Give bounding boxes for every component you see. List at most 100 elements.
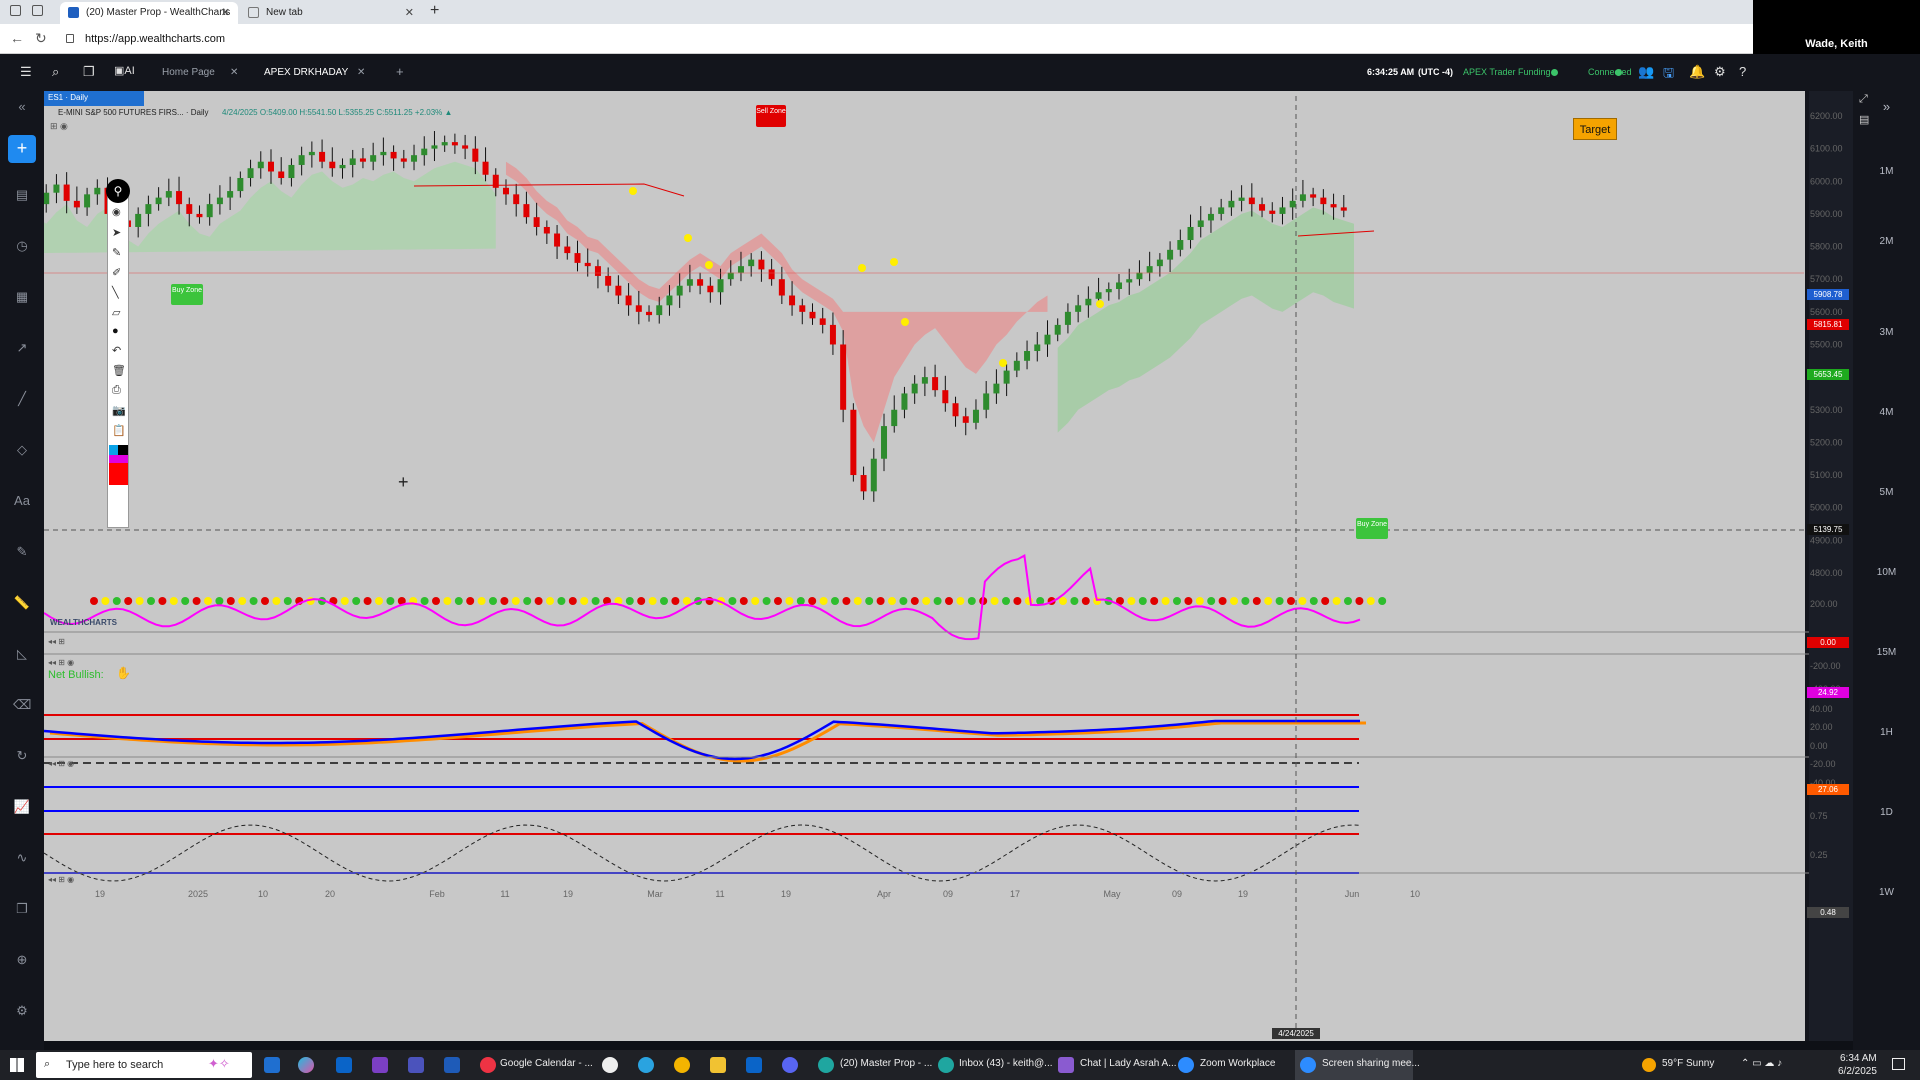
indicator-icon[interactable]: ∿ — [13, 850, 31, 868]
tab-home-page[interactable]: Home Page — [162, 67, 215, 78]
close-tab-icon[interactable]: ✕ — [230, 67, 238, 78]
windows-start-icon[interactable] — [10, 1058, 24, 1072]
weather-text[interactable]: 59°F Sunny — [1662, 1058, 1714, 1069]
line-chart-icon[interactable]: 📈 — [13, 799, 31, 817]
pane-controls[interactable]: ◂◂ ⊞ ◉ — [48, 759, 74, 768]
timeframe-1h[interactable]: 1H — [1853, 727, 1920, 738]
trash-icon[interactable]: 🗑 — [112, 364, 126, 377]
new-tab-button[interactable]: + — [430, 2, 439, 20]
line-tool-icon[interactable]: ╱ — [13, 391, 31, 409]
workspaces-icon[interactable] — [10, 5, 21, 16]
back-icon[interactable]: ← — [10, 30, 24, 46]
timeframe-15m[interactable]: 15M — [1853, 647, 1920, 658]
browser-tab-wealthcharts[interactable]: (20) Master Prop - WealthCharts ✕ — [60, 2, 238, 24]
gear-icon[interactable]: ⚙ — [1714, 64, 1726, 80]
line-icon[interactable]: ╲ — [112, 286, 119, 299]
taskbar-app-inbox[interactable]: Inbox (43) - keith@... — [959, 1058, 1053, 1069]
layers-icon[interactable]: ❐ — [83, 64, 95, 80]
shapes-icon[interactable]: ◇ — [13, 442, 31, 460]
teams-icon[interactable] — [408, 1057, 424, 1073]
settings-icon[interactable]: ⚙ — [13, 1003, 31, 1021]
url-field[interactable]: https://app.wealthcharts.com — [85, 33, 225, 45]
highlighter-icon[interactable]: ✐ — [112, 266, 121, 279]
telegram-icon[interactable] — [638, 1057, 654, 1073]
timeframe-3m[interactable]: 3M — [1853, 327, 1920, 338]
collapse-left-icon[interactable]: « — [13, 99, 31, 117]
visual-studio-icon[interactable] — [372, 1057, 388, 1073]
chat-app-icon[interactable] — [1058, 1057, 1074, 1073]
brush-icon[interactable]: ✎ — [13, 544, 31, 562]
pane-controls[interactable]: ⊞ ◉ — [50, 121, 68, 132]
chrome-icon[interactable] — [674, 1057, 690, 1073]
taskbar-app-master-prop[interactable]: (20) Master Prop - ... — [840, 1058, 932, 1069]
taskbar-app-zoom-workplace[interactable]: Zoom Workplace — [1200, 1058, 1275, 1069]
timeframe-2m[interactable]: 2M — [1853, 236, 1920, 247]
discord-icon[interactable] — [782, 1057, 798, 1073]
dot-icon[interactable]: ● — [112, 325, 119, 337]
zoom-icon[interactable] — [1178, 1057, 1194, 1073]
tray-icons[interactable]: ⌃ ▭ ☁ ♪ — [1741, 1058, 1782, 1069]
outlook-icon[interactable] — [746, 1057, 762, 1073]
search-icon[interactable]: ⌕ — [52, 64, 59, 80]
camera-icon[interactable]: 📷 — [112, 404, 126, 417]
eye-icon[interactable]: ◉ — [112, 207, 121, 218]
edge-icon[interactable] — [938, 1057, 954, 1073]
chart-icon[interactable]: ▤ — [13, 187, 31, 205]
ruler-icon[interactable]: 📏 — [13, 595, 31, 613]
color-swatch-blue[interactable] — [109, 445, 118, 455]
pane-controls[interactable]: ◂◂ ⊞ — [48, 637, 65, 646]
zoom-icon[interactable] — [1300, 1057, 1316, 1073]
close-tab-icon[interactable]: ✕ — [221, 6, 230, 19]
taskbar-app-google-calendar[interactable]: Google Calendar - ... — [500, 1058, 593, 1069]
refresh-icon[interactable]: ↻ — [35, 30, 47, 47]
timeframe-4m[interactable]: 4M — [1853, 407, 1920, 418]
clipboard-icon[interactable]: 📋 — [112, 424, 126, 437]
close-tab-icon[interactable]: ✕ — [357, 67, 365, 78]
add-tab-icon[interactable]: + — [396, 64, 404, 79]
pane-controls[interactable]: ◂◂ ⊞ ◉ — [48, 658, 74, 667]
pen-icon[interactable]: ✎ — [112, 246, 121, 259]
tab-apex-drkhaday[interactable]: APEX DRKHADAY — [264, 67, 348, 78]
color-swatch-magenta[interactable] — [109, 455, 128, 463]
pane-controls[interactable]: ◂◂ ⊞ ◉ — [48, 875, 74, 884]
edge-icon[interactable] — [818, 1057, 834, 1073]
ruler-icon[interactable]: ▱ — [112, 306, 120, 319]
timeframe-1d[interactable]: 1D — [1853, 807, 1920, 818]
color-swatch-black[interactable] — [118, 445, 128, 455]
close-tab-icon[interactable]: ✕ — [405, 6, 414, 19]
add-button[interactable]: + — [8, 135, 36, 163]
account-name[interactable]: APEX Trader Funding — [1463, 67, 1551, 77]
location-icon[interactable] — [602, 1057, 618, 1073]
save-icon[interactable]: 🖫 — [1663, 64, 1674, 86]
bell-icon[interactable]: 🔔 — [1689, 64, 1705, 80]
users-icon[interactable]: 👥 — [1638, 64, 1654, 80]
calculator-icon[interactable] — [264, 1057, 280, 1073]
help-icon[interactable]: ? — [1739, 64, 1746, 79]
timeframe-5m[interactable]: 5M — [1853, 487, 1920, 498]
ai-icon[interactable]: ▣AI — [114, 64, 135, 77]
chart-area[interactable]: 6200.00 6100.00 6000.00 5900.00 5800.00 5700.… — [44, 91, 1869, 1041]
tab-actions-icon[interactable] — [32, 5, 43, 16]
chrome-icon[interactable] — [480, 1057, 496, 1073]
outlook-icon[interactable] — [336, 1057, 352, 1073]
taskbar-search[interactable]: ⌕ Type here to search ✦✧ — [36, 1052, 252, 1078]
eraser-icon[interactable]: ⌫ — [13, 697, 31, 715]
target-icon[interactable]: ⊕ — [13, 952, 31, 970]
file-explorer-icon[interactable] — [710, 1057, 726, 1073]
cursor-icon[interactable]: ➤ — [112, 226, 121, 239]
timeframe-10m[interactable]: 10M — [1853, 567, 1920, 578]
browser-tab-new[interactable]: New tab ✕ — [240, 2, 422, 24]
price-chart[interactable]: 6200.00 6100.00 6000.00 5900.00 5800.00 5700.… — [44, 91, 1853, 1041]
pin-icon[interactable]: ⚲ — [106, 179, 130, 203]
timeframe-1m[interactable]: 1M — [1853, 166, 1920, 177]
taskbar-app-chat[interactable]: Chat | Lady Asrah A... — [1080, 1058, 1177, 1069]
symbol-badge[interactable]: ES1 · Daily — [44, 91, 144, 106]
undo-icon[interactable]: ↶ — [112, 344, 121, 357]
taskbar-app-screen-sharing[interactable]: Screen sharing mee... — [1322, 1058, 1420, 1069]
copy-icon[interactable]: ❐ — [13, 901, 31, 919]
timeframe-1w[interactable]: 1W — [1853, 887, 1920, 898]
menu-icon[interactable]: ☰ — [20, 64, 32, 80]
word-icon[interactable] — [444, 1057, 460, 1073]
clock-icon[interactable]: ◷ — [13, 238, 31, 256]
measure-icon[interactable]: ◺ — [13, 646, 31, 664]
